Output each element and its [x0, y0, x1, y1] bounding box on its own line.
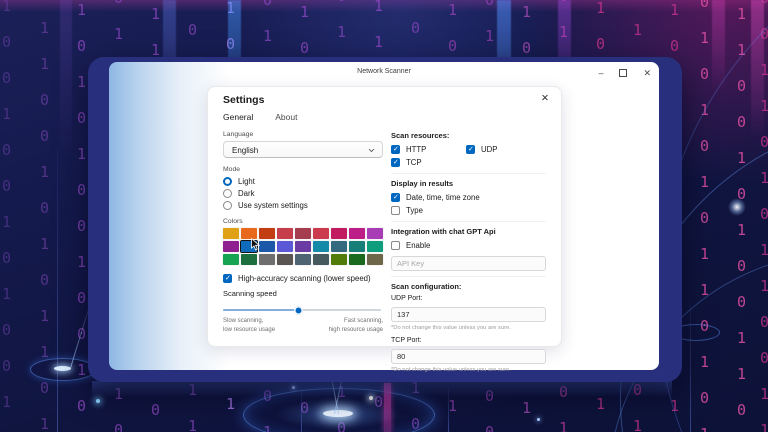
color-swatch[interactable] — [223, 227, 239, 239]
chevron-down-icon — [368, 147, 375, 154]
settings-right-column: Scan resources: HTTP UDP TCP — [391, 131, 546, 379]
window-content: Network Scanner – ✕ Settings ✕ General A… — [109, 62, 659, 373]
color-swatch[interactable] — [349, 240, 365, 252]
active-tab-underline — [223, 125, 244, 128]
glow-bar — [60, 0, 72, 165]
color-swatch[interactable] — [349, 253, 365, 265]
color-swatch[interactable] — [223, 240, 239, 252]
tab-general[interactable]: General — [223, 112, 253, 122]
language-select[interactable]: English — [223, 141, 383, 158]
color-swatch[interactable] — [349, 227, 365, 239]
color-swatch[interactable] — [367, 227, 383, 239]
udp-port-warning: *Do not change this value unless you are… — [391, 324, 511, 331]
language-label: Language — [223, 131, 254, 138]
window-title: Network Scanner — [357, 68, 411, 75]
scanning-speed-slider[interactable] — [223, 305, 381, 315]
floor-glow — [92, 381, 672, 397]
checkbox-type[interactable]: Type — [391, 205, 546, 217]
color-swatch[interactable] — [313, 227, 329, 239]
checkbox-enable-gpt[interactable]: Enable — [391, 240, 546, 252]
divider — [391, 275, 546, 277]
settings-left-column: Language English Mode Light Dark Use sys… — [223, 131, 383, 334]
minimize-button[interactable]: – — [598, 68, 603, 78]
udp-port-input[interactable] — [391, 307, 546, 322]
checkbox-icon — [466, 145, 475, 155]
api-key-input[interactable] — [391, 255, 546, 271]
sparkle — [728, 198, 746, 216]
color-swatch[interactable] — [277, 227, 293, 239]
color-swatch[interactable] — [367, 253, 383, 265]
dialog-title: Settings — [223, 94, 265, 106]
tcp-port-input[interactable] — [391, 349, 546, 364]
slider-fill — [223, 309, 299, 311]
binary-column: 1 0 0 1 0 0 1 0 1 0 0 1 0 — [2, 0, 12, 432]
color-swatch[interactable] — [295, 240, 311, 252]
radar-core-left — [54, 366, 71, 371]
fast-caption: Fast scanning, high resource usage — [328, 318, 383, 333]
radio-icon — [223, 189, 232, 199]
close-button[interactable]: ✕ — [643, 68, 651, 78]
radio-light[interactable]: Light — [223, 176, 383, 188]
mouse-cursor-icon — [250, 237, 261, 256]
glow-dot — [537, 418, 540, 421]
color-swatch[interactable] — [259, 253, 275, 265]
checkbox-icon — [391, 241, 400, 251]
slider-captions: Slow scanning, low resource usage Fast s… — [223, 317, 383, 334]
color-swatch[interactable] — [259, 240, 275, 252]
color-swatch[interactable] — [277, 240, 293, 252]
color-swatch[interactable] — [223, 253, 239, 265]
radio-dark[interactable]: Dark — [223, 188, 383, 200]
radio-icon — [223, 201, 232, 211]
checkbox-icon — [391, 205, 400, 215]
color-swatch[interactable] — [295, 253, 311, 265]
radio-system[interactable]: Use system settings — [223, 200, 383, 212]
scan-resources-title: Scan resources: — [391, 131, 450, 140]
checkbox-udp[interactable]: UDP — [466, 144, 497, 156]
color-swatch[interactable] — [277, 253, 293, 265]
color-swatch[interactable] — [331, 240, 347, 252]
checkbox-icon — [391, 193, 400, 203]
checkbox-high-accuracy[interactable]: High-accuracy scanning (lower speed) — [223, 273, 383, 285]
glow-dot — [96, 399, 100, 403]
tcp-port-warning: *Do not change this value unless you are… — [391, 366, 511, 373]
tcp-port-label: TCP Port: — [391, 336, 422, 344]
checkbox-icon — [391, 158, 400, 167]
maximize-button[interactable] — [619, 69, 628, 77]
scan-config-title: Scan configuration: — [391, 281, 462, 291]
vertical-line — [57, 150, 58, 432]
app-window: Network Scanner – ✕ Settings ✕ General A… — [88, 57, 682, 382]
dialog-close-icon[interactable]: ✕ — [541, 93, 549, 104]
scanning-speed-label: Scanning speed — [223, 289, 277, 298]
checkbox-icon — [223, 274, 232, 283]
checkbox-http[interactable]: HTTP — [391, 144, 466, 156]
checkbox-icon — [391, 145, 400, 155]
color-grid — [223, 227, 383, 265]
integration-title: Integration with chat GPT Api — [391, 227, 496, 236]
divider — [391, 221, 546, 222]
color-swatch[interactable] — [367, 240, 383, 252]
divider — [391, 173, 546, 174]
color-swatch[interactable] — [259, 227, 275, 239]
window-titlebar[interactable]: Network Scanner – ✕ — [109, 62, 659, 84]
color-swatch[interactable] — [313, 253, 329, 265]
color-swatch[interactable] — [331, 227, 347, 239]
color-swatch[interactable] — [313, 240, 329, 252]
tab-bar: General About — [223, 112, 297, 122]
colors-label: Colors — [223, 217, 243, 225]
color-swatch[interactable] — [239, 237, 261, 253]
slider-thumb[interactable] — [294, 305, 304, 315]
display-results-title: Display in results — [391, 179, 454, 188]
udp-port-label: UDP Port: — [391, 294, 423, 302]
color-swatch[interactable] — [295, 227, 311, 239]
slow-caption: Slow scanning, low resource usage — [223, 318, 276, 333]
desktop-background: 1 0 0 1 0 0 1 0 1 0 0 1 00 1 1 0 0 1 0 1… — [0, 0, 768, 432]
settings-dialog: Settings ✕ General About Language Englis… — [207, 86, 562, 373]
tab-about[interactable]: About — [275, 112, 297, 122]
checkbox-tcp[interactable]: TCP — [391, 157, 546, 169]
language-value: English — [232, 146, 259, 155]
checkbox-datetime[interactable]: Date, time, time zone — [391, 192, 546, 204]
radio-icon — [223, 177, 232, 187]
color-swatch[interactable] — [331, 253, 347, 265]
mode-label: Mode — [223, 166, 241, 173]
